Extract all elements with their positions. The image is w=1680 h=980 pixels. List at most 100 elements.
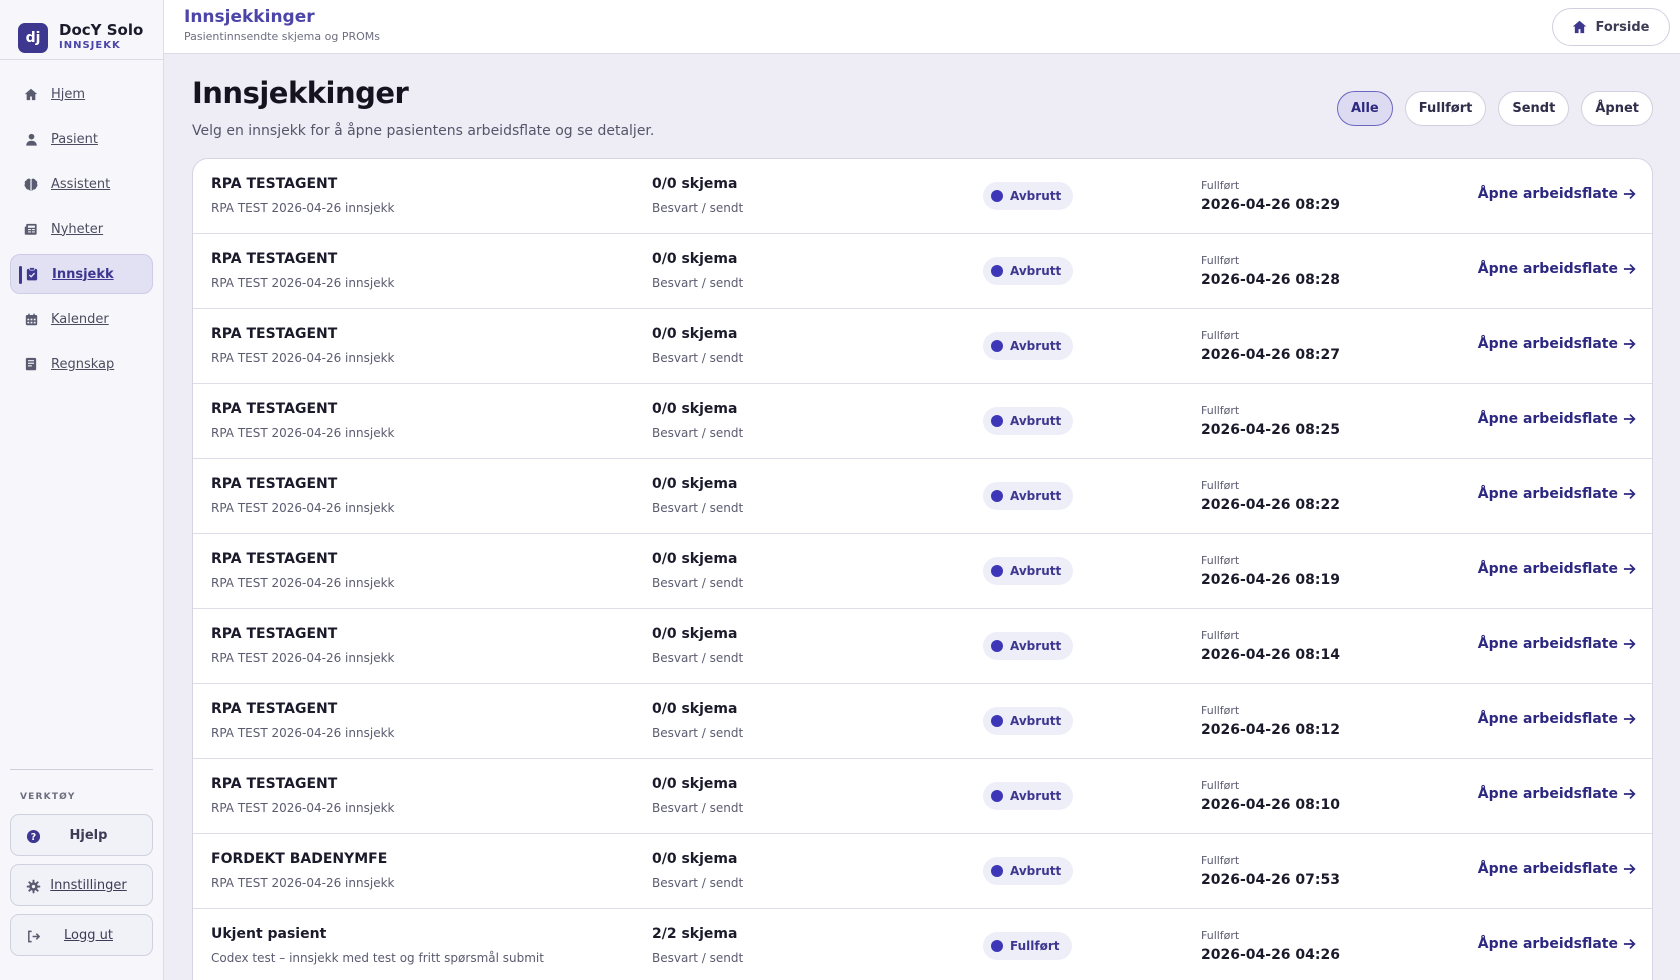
completed-date: 2026-04-26 08:22 <box>1201 497 1340 513</box>
open-workspace-link[interactable]: Åpne arbeidsflate <box>1478 861 1636 877</box>
completed-date: 2026-04-26 08:29 <box>1201 197 1340 213</box>
filter-alle[interactable]: Alle <box>1336 91 1393 126</box>
sidebar-item-assistent[interactable]: Assistent <box>10 164 153 204</box>
arrow-right-icon <box>1623 338 1636 350</box>
form-count-label: Besvart / sendt <box>652 951 744 965</box>
checkin-row[interactable]: RPA TESTAGENT RPA TEST 2026-04-26 innsjek… <box>193 234 1652 309</box>
date-label: Fullført <box>1201 779 1240 792</box>
status-dot-icon <box>991 865 1003 877</box>
home-icon <box>1572 20 1587 34</box>
sidebar-item-innsjekk[interactable]: Innsjekk <box>10 254 153 294</box>
patient-name: FORDEKT BADENYMFE <box>211 851 388 867</box>
arrow-right-icon <box>1623 638 1636 650</box>
status-label: Avbrutt <box>1010 339 1062 353</box>
sidebar-item-hjem[interactable]: Hjem <box>10 74 153 114</box>
open-workspace-link[interactable]: Åpne arbeidsflate <box>1478 261 1636 277</box>
tools-section: VERKTØY ? Hjelp Innstillinger Logg ut <box>10 769 153 964</box>
checkin-description: RPA TEST 2026-04-26 innsjekk <box>211 276 395 290</box>
checkin-row[interactable]: RPA TESTAGENT RPA TEST 2026-04-26 innsjek… <box>193 384 1652 459</box>
sidebar-item-label: Kalender <box>51 311 109 327</box>
open-workspace-link[interactable]: Åpne arbeidsflate <box>1478 336 1636 352</box>
open-workspace-link[interactable]: Åpne arbeidsflate <box>1478 486 1636 502</box>
filter-åpnet[interactable]: Åpnet <box>1581 91 1653 126</box>
sidebar-item-pasient[interactable]: Pasient <box>10 119 153 159</box>
checkin-description: RPA TEST 2026-04-26 innsjekk <box>211 726 395 740</box>
sidebar-nav: Hjem Pasient Assistent Nyheter Innsjekk Kalen… <box>0 60 163 384</box>
status-label: Avbrutt <box>1010 789 1062 803</box>
patient-name: RPA TESTAGENT <box>211 251 338 267</box>
checkin-row[interactable]: RPA TESTAGENT RPA TEST 2026-04-26 innsjek… <box>193 684 1652 759</box>
status-dot-icon <box>991 340 1003 352</box>
open-workspace-label: Åpne arbeidsflate <box>1477 636 1618 652</box>
checkin-row[interactable]: RPA TESTAGENT RPA TEST 2026-04-26 innsjek… <box>193 309 1652 384</box>
checkin-row[interactable]: FORDEKT BADENYMFE RPA TEST 2026-04-26 inn… <box>193 834 1652 909</box>
status-badge: Fullført <box>983 932 1072 960</box>
sidebar-item-kalender[interactable]: Kalender <box>10 299 153 339</box>
status-badge: Avbrutt <box>983 782 1074 810</box>
settings-button[interactable]: Innstillinger <box>10 864 153 906</box>
status-label: Avbrutt <box>1010 714 1062 728</box>
sidebar-item-nyheter[interactable]: Nyheter <box>10 209 153 249</box>
status-dot-icon <box>991 715 1003 727</box>
receipt-icon <box>24 357 38 371</box>
open-workspace-label: Åpne arbeidsflate <box>1477 711 1618 727</box>
help-icon: ? <box>25 828 41 844</box>
checkin-description: RPA TEST 2026-04-26 innsjekk <box>211 576 395 590</box>
status-dot-icon <box>991 415 1003 427</box>
form-count: 0/0 skjema <box>652 776 738 792</box>
open-workspace-link[interactable]: Åpne arbeidsflate <box>1478 186 1636 202</box>
open-workspace-link[interactable]: Åpne arbeidsflate <box>1478 636 1636 652</box>
open-workspace-label: Åpne arbeidsflate <box>1477 336 1618 352</box>
arrow-right-icon <box>1623 938 1636 950</box>
date-label: Fullført <box>1201 254 1240 267</box>
form-count: 0/0 skjema <box>652 326 738 342</box>
sidebar-item-label: Assistent <box>51 176 111 192</box>
help-button[interactable]: ? Hjelp <box>10 814 153 856</box>
completed-date: 2026-04-26 08:25 <box>1201 422 1340 438</box>
status-dot-icon <box>991 940 1003 952</box>
user-icon <box>24 132 38 146</box>
open-workspace-label: Åpne arbeidsflate <box>1477 486 1618 502</box>
open-workspace-link[interactable]: Åpne arbeidsflate <box>1478 936 1636 952</box>
filter-fullført[interactable]: Fullført <box>1404 91 1487 126</box>
home-button[interactable]: Forside <box>1552 8 1670 46</box>
filter-sendt[interactable]: Sendt <box>1498 91 1570 126</box>
status-label: Avbrutt <box>1010 414 1062 428</box>
date-label: Fullført <box>1201 704 1240 717</box>
status-label: Avbrutt <box>1010 189 1062 203</box>
open-workspace-link[interactable]: Åpne arbeidsflate <box>1478 561 1636 577</box>
checkin-row[interactable]: RPA TESTAGENT RPA TEST 2026-04-26 innsjek… <box>193 609 1652 684</box>
brand-name: DocY Solo <box>59 20 144 39</box>
brand-logo: dj <box>18 22 48 53</box>
checkin-row[interactable]: RPA TESTAGENT RPA TEST 2026-04-26 innsjek… <box>193 759 1652 834</box>
sidebar-item-regnskap[interactable]: Regnskap <box>10 344 153 384</box>
arrow-right-icon <box>1623 863 1636 875</box>
date-label: Fullført <box>1201 179 1240 192</box>
patient-name: RPA TESTAGENT <box>211 551 338 567</box>
open-workspace-link[interactable]: Åpne arbeidsflate <box>1478 786 1636 802</box>
patient-name: RPA TESTAGENT <box>211 401 338 417</box>
home-button-label: Forside <box>1595 19 1650 35</box>
form-count: 0/0 skjema <box>652 701 738 717</box>
logout-button[interactable]: Logg ut <box>10 914 153 956</box>
form-count-label: Besvart / sendt <box>652 501 744 515</box>
checkin-row[interactable]: RPA TESTAGENT RPA TEST 2026-04-26 innsjek… <box>193 534 1652 609</box>
checkin-row[interactable]: RPA TESTAGENT RPA TEST 2026-04-26 innsjek… <box>193 459 1652 534</box>
sidebar-item-label: Pasient <box>51 131 98 147</box>
checkin-row[interactable]: Ukjent pasient Codex test – innsjekk med … <box>193 909 1652 980</box>
status-label: Avbrutt <box>1010 639 1062 653</box>
checkin-row[interactable]: RPA TESTAGENT RPA TEST 2026-04-26 innsjek… <box>193 159 1652 234</box>
status-badge: Avbrutt <box>983 482 1074 510</box>
open-workspace-link[interactable]: Åpne arbeidsflate <box>1478 711 1636 727</box>
header-title: Innsjekkinger <box>184 7 315 27</box>
open-workspace-link[interactable]: Åpne arbeidsflate <box>1478 411 1636 427</box>
open-workspace-label: Åpne arbeidsflate <box>1477 561 1618 577</box>
brand-subtitle: INNSJEKK <box>59 39 121 51</box>
checkin-description: Codex test – innsjekk med test og fritt … <box>211 951 544 965</box>
open-workspace-label: Åpne arbeidsflate <box>1477 786 1618 802</box>
sidebar-item-label: Hjem <box>51 86 86 102</box>
form-count-label: Besvart / sendt <box>652 651 744 665</box>
checkin-description: RPA TEST 2026-04-26 innsjekk <box>211 426 395 440</box>
logout-icon <box>25 928 41 944</box>
form-count: 0/0 skjema <box>652 251 738 267</box>
